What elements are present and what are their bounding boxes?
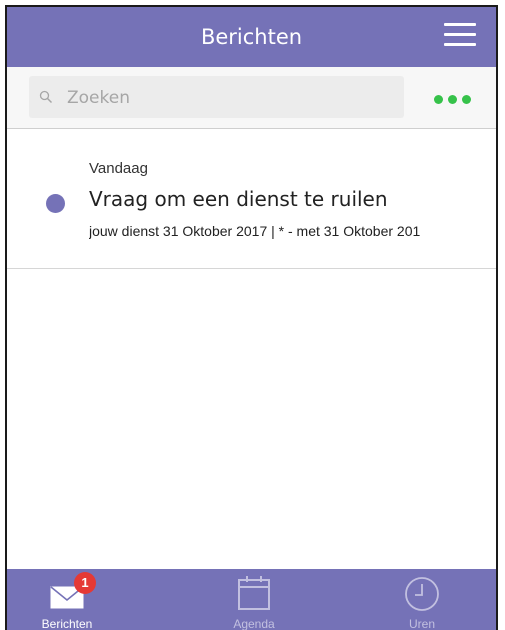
message-date: Vandaag	[89, 160, 148, 177]
tab-agenda[interactable]: Agenda	[194, 569, 314, 630]
message-subject: Vraag om een dienst te ruilen	[89, 187, 388, 211]
message-preview: jouw dienst 31 Oktober 2017 | * - met 31…	[89, 223, 421, 239]
search-bar	[7, 67, 496, 129]
search-field[interactable]	[29, 76, 404, 120]
app-header: Berichten	[7, 7, 496, 67]
unread-count-badge: 1	[74, 572, 96, 594]
clock-icon	[405, 577, 439, 611]
search-icon	[39, 90, 53, 104]
search-input[interactable]	[65, 76, 399, 120]
hamburger-menu-icon[interactable]	[444, 23, 476, 47]
more-dots-icon[interactable]	[434, 95, 472, 105]
bottom-nav: 1 Berichten Agenda Uren	[7, 569, 496, 630]
page-title: Berichten	[200, 25, 303, 49]
message-item[interactable]: Vandaag Vraag om een dienst te ruilen jo…	[7, 129, 496, 269]
calendar-icon	[238, 576, 270, 610]
tab-berichten[interactable]: 1 Berichten	[7, 569, 127, 630]
message-list: Vandaag Vraag om een dienst te ruilen jo…	[7, 129, 496, 269]
unread-indicator	[46, 194, 65, 213]
tab-label: Agenda	[233, 617, 275, 630]
app-frame: Berichten Vandaag Vraag om een dienst te…	[5, 5, 498, 630]
tab-uren[interactable]: Uren	[362, 569, 482, 630]
tab-label: Uren	[408, 617, 435, 630]
tab-label: Berichten	[41, 617, 93, 630]
